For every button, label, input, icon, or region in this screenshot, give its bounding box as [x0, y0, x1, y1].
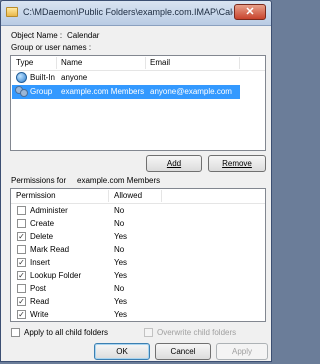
- permission-allowed: Yes: [114, 271, 128, 280]
- user-type: Built-In: [30, 73, 55, 82]
- permission-name: Lookup Folder: [30, 271, 82, 280]
- permission-checkbox[interactable]: [17, 245, 26, 254]
- overwrite-child-label: Overwrite child folders: [157, 328, 237, 337]
- permission-checkbox[interactable]: ✓: [17, 310, 26, 319]
- permission-checkbox[interactable]: [17, 284, 26, 293]
- permission-allowed: Yes: [114, 258, 128, 267]
- folder-icon: [6, 7, 18, 17]
- permissions-target: example.com Members: [77, 176, 161, 185]
- close-button[interactable]: ✕: [234, 4, 266, 20]
- apply-child-checkbox[interactable]: [11, 328, 20, 337]
- permission-name: Delete: [30, 232, 54, 241]
- user-name: anyone: [61, 73, 88, 82]
- title-bar[interactable]: C:\MDaemon\Public Folders\example.com.IM…: [1, 1, 271, 26]
- permission-allowed: Yes: [114, 297, 128, 306]
- user-row-anyone[interactable]: Built-In anyone: [12, 71, 264, 85]
- user-email: anyone@example.com: [150, 87, 232, 96]
- permission-checkbox[interactable]: ✓: [17, 232, 26, 241]
- permission-row[interactable]: Post No: [12, 282, 264, 296]
- permission-allowed: No: [114, 284, 125, 293]
- permissions-list-header: Permission Allowed: [11, 189, 265, 204]
- permission-name: Insert: [30, 258, 51, 267]
- permission-name: Create: [30, 219, 55, 228]
- permission-row[interactable]: ✓ Insert Yes: [12, 256, 264, 270]
- permission-allowed: Yes: [114, 310, 128, 319]
- permission-row[interactable]: ✓ Write Yes: [12, 308, 264, 322]
- group-icon: [15, 86, 28, 98]
- permission-row[interactable]: Administer No: [12, 204, 264, 218]
- permission-row[interactable]: Mark Read No: [12, 243, 264, 257]
- overwrite-child-option[interactable]: Overwrite child folders: [143, 326, 271, 340]
- permission-row[interactable]: ✓ Delete Yes: [12, 230, 264, 244]
- permission-allowed: No: [114, 245, 125, 254]
- remove-button[interactable]: Remove: [208, 155, 266, 172]
- permission-checkbox[interactable]: ✓: [17, 271, 26, 280]
- column-header-email[interactable]: Email: [150, 58, 170, 67]
- column-header-name[interactable]: Name: [61, 58, 82, 67]
- object-name-value: Calendar: [67, 31, 100, 40]
- ok-button[interactable]: OK: [94, 343, 150, 360]
- permissions-dialog: C:\MDaemon\Public Folders\example.com.IM…: [0, 0, 272, 362]
- permission-allowed: No: [114, 219, 125, 228]
- users-label: Group or user names :: [11, 43, 92, 52]
- column-header-allowed[interactable]: Allowed: [114, 191, 142, 200]
- permission-checkbox[interactable]: [17, 206, 26, 215]
- permission-checkbox[interactable]: ✓: [17, 258, 26, 267]
- column-header-type[interactable]: Type: [16, 58, 33, 67]
- apply-button[interactable]: Apply: [216, 343, 268, 360]
- permission-name: Mark Read: [30, 245, 70, 254]
- permission-allowed: No: [114, 206, 125, 215]
- user-type: Group: [30, 87, 53, 96]
- permission-allowed: Yes: [114, 232, 128, 241]
- cancel-button[interactable]: Cancel: [155, 343, 211, 360]
- permission-checkbox[interactable]: ✓: [17, 297, 26, 306]
- permission-row[interactable]: ✓ Lookup Folder Yes: [12, 269, 264, 283]
- permission-name: Administer: [30, 206, 68, 215]
- permission-name: Write: [30, 310, 49, 319]
- permission-row[interactable]: ✓ Read Yes: [12, 295, 264, 309]
- permissions-label: Permissions for: [11, 176, 67, 185]
- users-list-header: Type Name Email: [11, 56, 265, 71]
- users-list[interactable]: Type Name Email Built-In anyone Group ex…: [10, 55, 266, 151]
- globe-icon: [16, 72, 27, 83]
- permission-name: Read: [30, 297, 50, 306]
- column-header-permission[interactable]: Permission: [16, 191, 56, 200]
- apply-child-option[interactable]: Apply to all child folders: [10, 326, 140, 340]
- object-name-label: Object Name :: [11, 31, 63, 40]
- add-button[interactable]: Add: [146, 155, 202, 172]
- permission-row[interactable]: Create No: [12, 217, 264, 231]
- apply-child-label: Apply to all child folders: [24, 328, 109, 337]
- overwrite-child-checkbox[interactable]: [144, 328, 153, 337]
- user-row-members[interactable]: Group example.com Members anyone@example…: [12, 85, 240, 99]
- user-name: example.com Members: [61, 87, 145, 96]
- window-title: C:\MDaemon\Public Folders\example.com.IM…: [23, 7, 233, 17]
- permission-name: Post: [30, 284, 47, 293]
- permission-checkbox[interactable]: [17, 219, 26, 228]
- permissions-list[interactable]: Permission Allowed Administer No Create No ✓…: [10, 188, 266, 322]
